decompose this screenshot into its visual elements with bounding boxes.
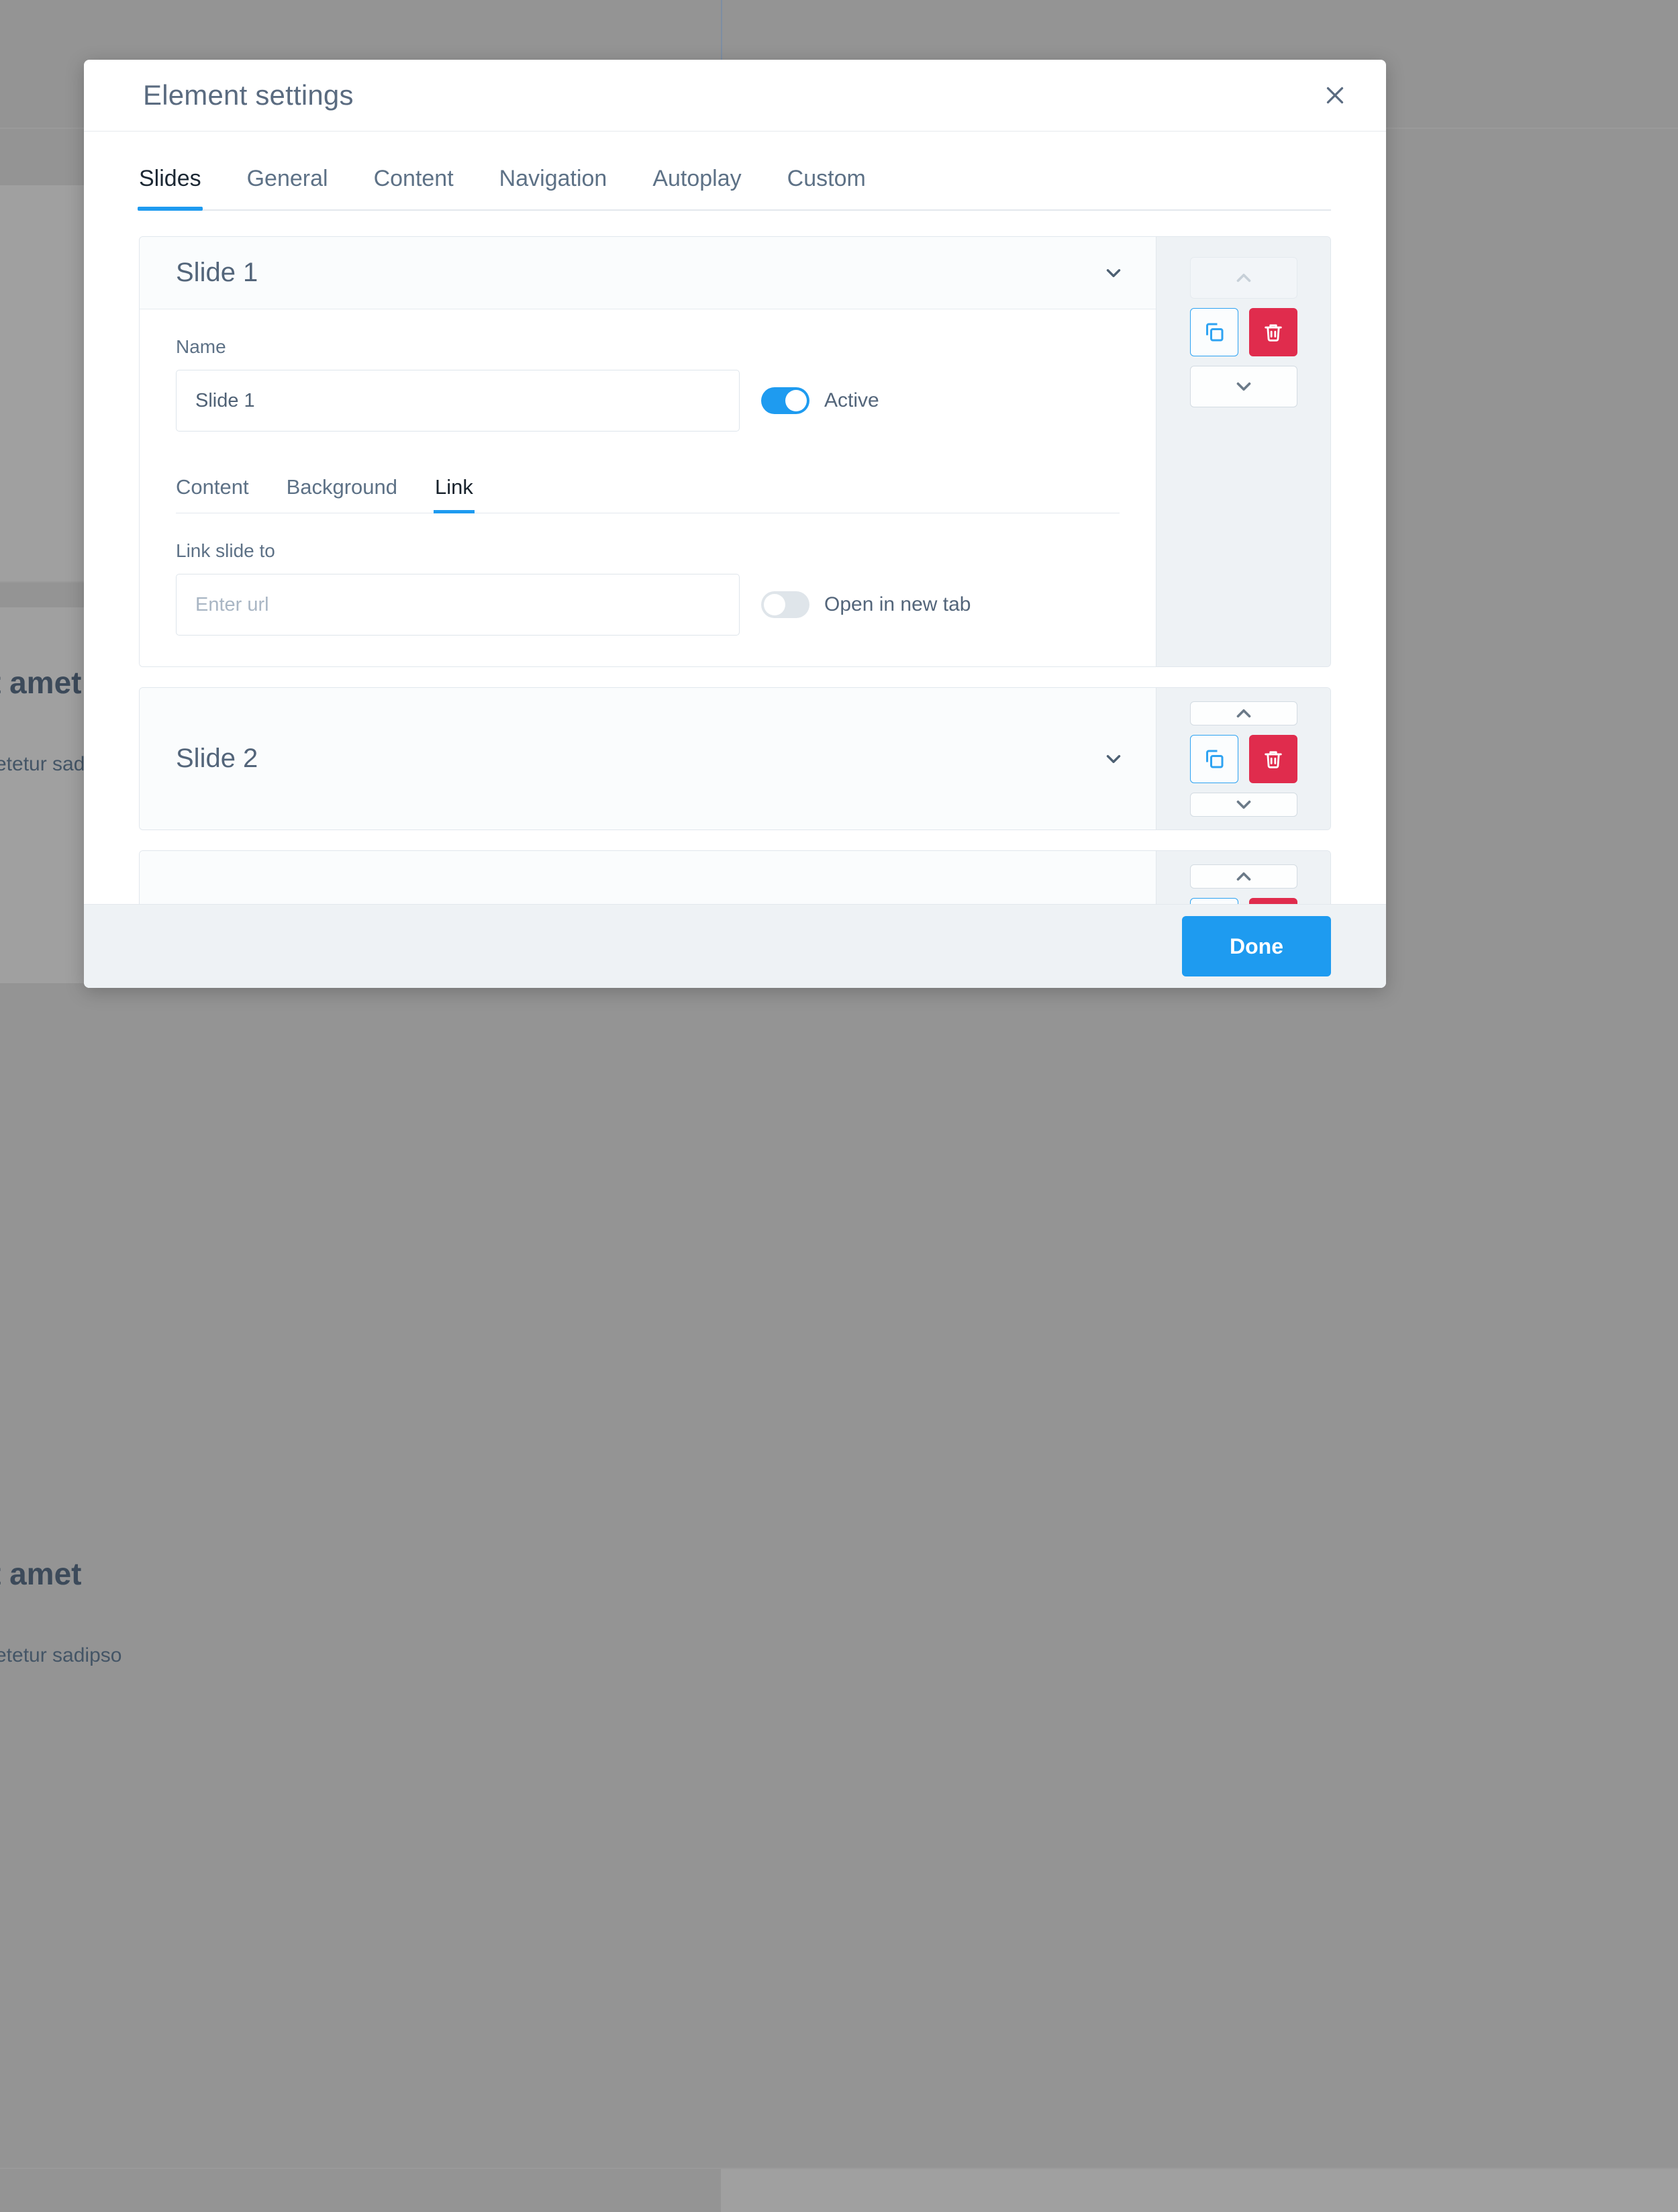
duplicate-delete-row (1189, 308, 1297, 356)
slide-main: Slide 1 Name Active (140, 237, 1156, 666)
backdrop-heading-1: t amet (0, 665, 82, 700)
inner-tab-background[interactable]: Background (287, 475, 397, 513)
move-up-button[interactable] (1189, 701, 1297, 725)
move-up-button[interactable] (1189, 864, 1297, 889)
close-button[interactable] (1314, 74, 1356, 117)
slide-main: Slide 1 copy (140, 851, 1156, 904)
link-section: Link slide to Open in new tab (176, 513, 1120, 666)
open-new-tab-label: Open in new tab (824, 593, 971, 615)
slides-list: Slide 1 Name Active (139, 211, 1331, 904)
slide-card: Slide 2 (139, 687, 1331, 830)
chevron-down-icon[interactable] (1102, 262, 1125, 285)
active-toggle-label: Active (824, 389, 879, 411)
delete-button[interactable] (1248, 897, 1297, 904)
tab-autoplay[interactable]: Autoplay (652, 166, 741, 209)
backdrop-section-3 (721, 2169, 1678, 2212)
duplicate-button[interactable] (1189, 308, 1238, 356)
slide-actions (1156, 851, 1330, 904)
slide-body: Name Active Content Background Link (140, 309, 1156, 666)
active-toggle-switch[interactable] (761, 387, 809, 414)
slide-card: Slide 1 Name Active (139, 236, 1331, 667)
tab-content[interactable]: Content (374, 166, 454, 209)
move-down-button[interactable] (1189, 366, 1297, 407)
close-icon (1323, 83, 1347, 107)
name-row: Active (176, 370, 1120, 456)
toggle-knob (764, 594, 785, 615)
tab-general[interactable]: General (247, 166, 328, 209)
tab-custom[interactable]: Custom (787, 166, 866, 209)
duplicate-delete-row (1189, 734, 1297, 783)
slide-header[interactable]: Slide 2 (140, 744, 1156, 774)
inner-tab-link[interactable]: Link (434, 475, 475, 513)
modal-footer: Done (84, 904, 1386, 988)
backdrop-heading-2: t amet (0, 1556, 82, 1591)
slide-main: Slide 2 (140, 688, 1156, 830)
modal-body: Slides General Content Navigation Autopl… (84, 132, 1386, 904)
slide-actions (1156, 237, 1330, 666)
slide-card: Slide 1 copy (139, 850, 1331, 904)
inner-tab-content[interactable]: Content (176, 475, 249, 513)
backdrop-paragraph-2: setetur sadipso (0, 1644, 122, 1666)
element-settings-modal: Element settings Slides General Content … (84, 60, 1386, 988)
link-row: Open in new tab (176, 574, 1120, 636)
duplicate-delete-row (1189, 897, 1297, 904)
slide-name-input[interactable] (176, 370, 740, 432)
toggle-knob (785, 390, 807, 411)
slide-inner-tabs: Content Background Link (176, 456, 1120, 513)
delete-button[interactable] (1248, 308, 1297, 356)
tab-navigation[interactable]: Navigation (499, 166, 607, 209)
duplicate-button[interactable] (1189, 897, 1238, 904)
open-new-tab-switch[interactable] (761, 591, 809, 618)
settings-tabs: Slides General Content Navigation Autopl… (138, 132, 1331, 211)
modal-header: Element settings (84, 60, 1386, 132)
name-label: Name (176, 336, 226, 357)
delete-button[interactable] (1248, 734, 1297, 783)
active-toggle[interactable]: Active (761, 387, 879, 414)
slide-title: Slide 2 (176, 744, 258, 773)
link-label: Link slide to (176, 540, 275, 561)
tab-slides[interactable]: Slides (138, 166, 203, 211)
duplicate-button[interactable] (1189, 734, 1238, 783)
open-new-tab-toggle[interactable]: Open in new tab (761, 591, 971, 618)
chevron-down-icon[interactable] (1102, 748, 1125, 770)
done-button[interactable]: Done (1182, 916, 1331, 976)
slide-title: Slide 1 (176, 258, 258, 287)
move-down-button[interactable] (1189, 792, 1297, 817)
move-up-button[interactable] (1189, 257, 1297, 299)
link-url-input[interactable] (176, 574, 740, 636)
slide-actions (1156, 688, 1330, 830)
slide-header[interactable]: Slide 1 (140, 237, 1156, 309)
page-title: Element settings (143, 79, 354, 111)
